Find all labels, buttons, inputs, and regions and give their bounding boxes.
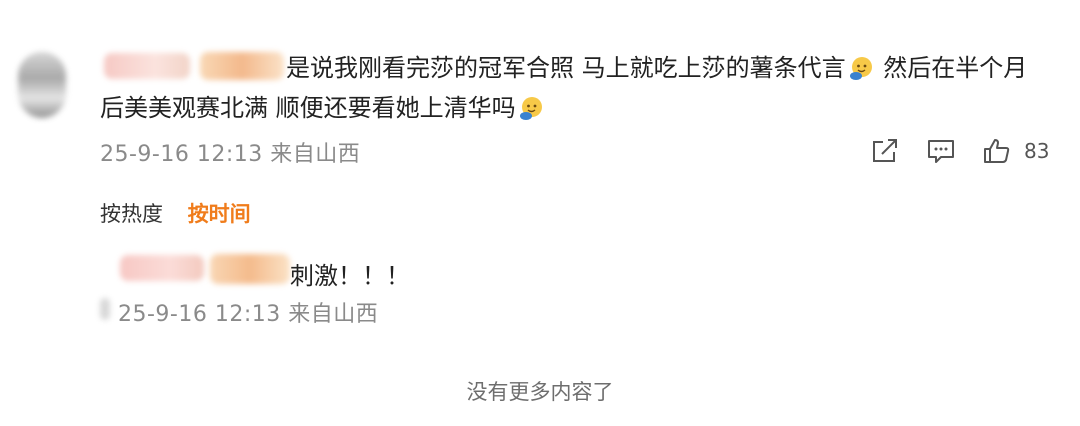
like-count: 83 (1024, 139, 1050, 163)
comment-text-line1: 是说我刚看完莎的冠军合照 马上就吃上莎的薯条代言 (286, 54, 846, 82)
like-icon[interactable] (980, 134, 1014, 168)
no-more-content: 没有更多内容了 (466, 380, 614, 404)
reply-timestamp: 25-9-16 12:13 来自山西 (118, 302, 379, 327)
reply-username-blurred[interactable] (120, 255, 204, 281)
reply-text: 刺激！！！ (290, 262, 410, 290)
comment-thread: 是说我刚看完莎的冠军合照 马上就吃上莎的薯条代言 然后在半个月后美美观赛北满 顺… (0, 0, 1080, 426)
sort-tabs: 按热度 按时间 (100, 198, 269, 228)
comment-icon[interactable] (924, 134, 958, 168)
comment-text-line2: 后美美观赛北满 顺便还要看她上清华吗 (100, 94, 516, 122)
comment-text-line1-tail: 然后在半个月 (875, 54, 1028, 82)
comment-actions: 83 (868, 134, 1049, 168)
share-icon[interactable] (868, 134, 902, 168)
emoji-smile-icon (848, 53, 874, 80)
reply-username-blurred-2[interactable] (210, 254, 290, 284)
comment-timestamp: 25-9-16 12:13 来自山西 (100, 142, 361, 167)
tab-sort-hot[interactable]: 按热度 (100, 202, 163, 226)
comment-body: 是说我刚看完莎的冠军合照 马上就吃上莎的薯条代言 然后在半个月后美美观赛北满 顺… (100, 48, 1050, 128)
tab-sort-time[interactable]: 按时间 (188, 202, 251, 226)
avatar[interactable] (18, 52, 66, 118)
emoji-smile-icon-2 (518, 93, 544, 120)
reply-marker-blurred (100, 298, 110, 320)
